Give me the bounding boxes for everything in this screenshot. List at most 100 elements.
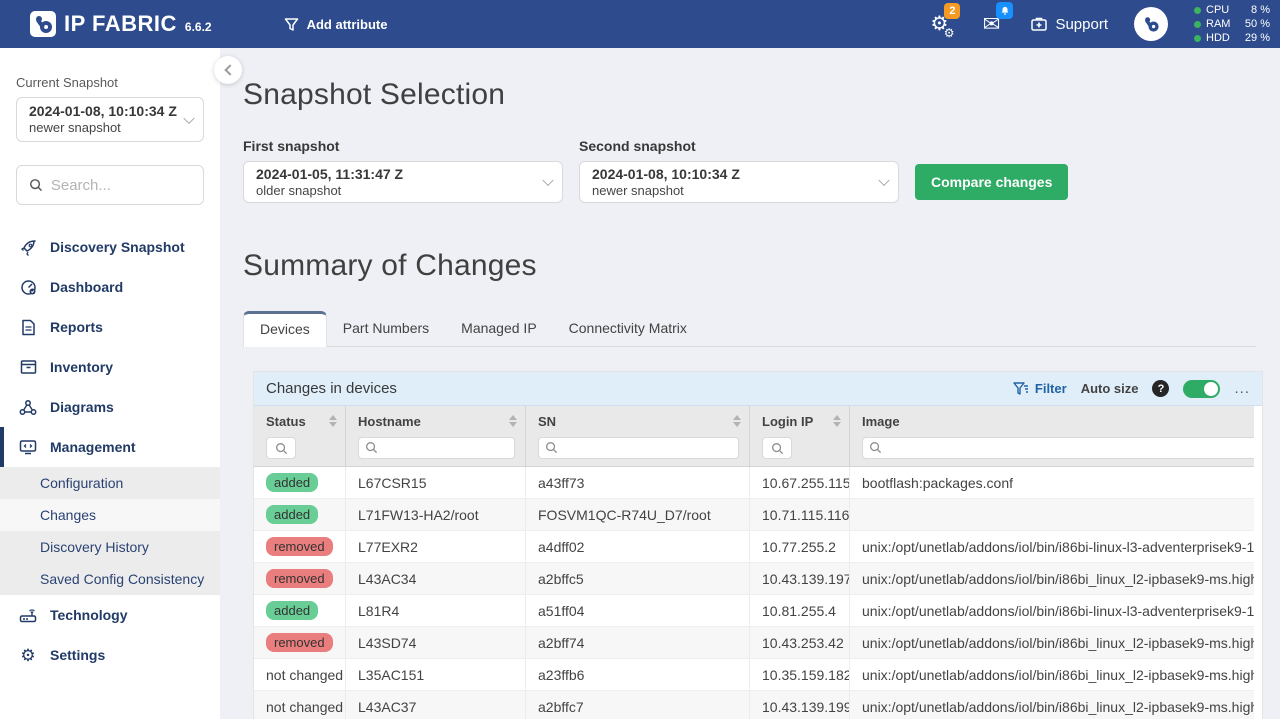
- column-header-image[interactable]: Image: [850, 406, 1263, 436]
- magnifier-icon: [275, 442, 288, 455]
- table-row[interactable]: removedL77EXR2a4dff0210.77.255.2unix:/op…: [254, 531, 1262, 563]
- cell-status: removed: [254, 627, 346, 658]
- sidebar-item-reports[interactable]: Reports: [0, 307, 220, 347]
- filter-button[interactable]: Filter: [1013, 381, 1067, 396]
- sidebar-item-discovery-snapshot[interactable]: Discovery Snapshot: [0, 227, 220, 267]
- cell-hostname: L67CSR15: [346, 467, 526, 498]
- filter-cell-sn: [526, 436, 750, 466]
- status-dot-icon: [1194, 35, 1201, 42]
- filter-input-sn[interactable]: [538, 437, 739, 459]
- status-badge: removed: [266, 569, 333, 588]
- filter-input-image[interactable]: [862, 437, 1263, 459]
- add-attribute-button[interactable]: Add attribute: [284, 17, 388, 32]
- sort-icon[interactable]: [727, 415, 741, 427]
- filter-input-hostname[interactable]: [358, 437, 515, 459]
- sidebar-item-dashboard[interactable]: Dashboard: [0, 267, 220, 307]
- messages-button[interactable]: ✉: [978, 11, 1004, 37]
- tab-part-numbers[interactable]: Part Numbers: [327, 311, 445, 346]
- auto-size-label: Auto size: [1081, 381, 1139, 396]
- column-header-status[interactable]: Status: [254, 406, 346, 436]
- rocket-icon: [18, 239, 38, 256]
- sidebar-subitem-discovery-history[interactable]: Discovery History: [0, 531, 220, 563]
- status-badge: added: [266, 601, 318, 620]
- magnifier-icon: [869, 441, 882, 454]
- sidebar-subitem-configuration[interactable]: Configuration: [0, 467, 220, 499]
- sidebar-item-inventory[interactable]: Inventory: [0, 347, 220, 387]
- sort-icon[interactable]: [827, 415, 841, 427]
- cell-hostname: L35AC151: [346, 659, 526, 690]
- cell-login-ip: 10.43.139.197: [750, 563, 850, 594]
- table-row[interactable]: addedL71FW13-HA2/rootFOSVM1QC-R74U_D7/ro…: [254, 499, 1262, 531]
- current-snapshot-select[interactable]: 2024-01-08, 10:10:34 Z newer snapshot: [16, 97, 204, 142]
- table-row[interactable]: removedL43SD74a2bff7410.43.253.42unix:/o…: [254, 627, 1262, 659]
- tab-devices[interactable]: Devices: [243, 311, 327, 347]
- settings-gears-button[interactable]: ⚙ ⚙ 2: [926, 11, 952, 37]
- table-row[interactable]: not changedL43AC37a2bffc710.43.139.199un…: [254, 691, 1262, 719]
- system-stats: CPU 8 % RAM 50 % HDD 29 %: [1194, 4, 1280, 45]
- summary-title: Summary of Changes: [243, 249, 1280, 283]
- sidebar-search[interactable]: [16, 165, 204, 205]
- sort-icon[interactable]: [503, 415, 517, 427]
- filter-cell-image: [850, 436, 1263, 466]
- more-options-button[interactable]: ...: [1234, 380, 1250, 397]
- inventory-box-icon: [18, 359, 38, 375]
- auto-size-toggle[interactable]: [1183, 380, 1220, 398]
- cell-sn: a4dff02: [526, 531, 750, 562]
- status-badge: removed: [266, 633, 333, 652]
- table-row[interactable]: addedL81R4a51ff0410.81.255.4unix:/opt/un…: [254, 595, 1262, 627]
- column-header-hostname[interactable]: Hostname: [346, 406, 526, 436]
- sidebar-item-diagrams[interactable]: Diagrams: [0, 387, 220, 427]
- cell-login-ip: 10.35.159.182: [750, 659, 850, 690]
- help-button[interactable]: ?: [1152, 380, 1169, 397]
- sidebar-item-technology[interactable]: Technology: [0, 595, 220, 635]
- second-snapshot-select[interactable]: 2024-01-08, 10:10:34 Z newer snapshot: [579, 161, 899, 203]
- funnel-icon: [284, 17, 299, 32]
- chevron-left-icon: [224, 64, 235, 75]
- monitor-code-icon: [18, 439, 38, 455]
- brand-logo[interactable]: IP FABRIC 6.6.2: [0, 11, 212, 37]
- sidebar-item-management[interactable]: Management: [0, 427, 220, 467]
- sort-icon[interactable]: [323, 415, 337, 427]
- filter-search-button-login-ip[interactable]: [762, 437, 792, 459]
- sidebar-subitem-saved-config-consistency[interactable]: Saved Config Consistency: [0, 563, 220, 595]
- column-header-sn[interactable]: SN: [526, 406, 750, 436]
- current-snapshot-label: Current Snapshot: [16, 75, 204, 90]
- tab-connectivity-matrix[interactable]: Connectivity Matrix: [553, 311, 703, 346]
- vertical-scrollbar[interactable]: [1254, 406, 1262, 719]
- filter-cell-status: [254, 436, 346, 466]
- hdd-stat: HDD 29 %: [1194, 32, 1270, 45]
- search-input[interactable]: [51, 177, 191, 194]
- cell-status: added: [254, 499, 346, 530]
- cell-login-ip: 10.43.253.42: [750, 627, 850, 658]
- sidebar-subitem-changes[interactable]: Changes: [0, 499, 220, 531]
- add-attribute-label: Add attribute: [307, 17, 388, 32]
- cell-status: not changed: [254, 691, 346, 719]
- table-row[interactable]: addedL67CSR15a43ff7310.67.255.115bootfla…: [254, 467, 1262, 499]
- user-avatar[interactable]: [1134, 7, 1168, 41]
- cell-sn: FOSVM1QC-R74U_D7/root: [526, 499, 750, 530]
- cell-image: unix:/opt/unetlab/addons/iol/bin/i86bi_l…: [850, 691, 1263, 719]
- status-dot-icon: [1194, 7, 1201, 14]
- compare-changes-button[interactable]: Compare changes: [915, 164, 1068, 200]
- summary-tabs: DevicesPart NumbersManaged IPConnectivit…: [243, 311, 1256, 347]
- cell-hostname: L77EXR2: [346, 531, 526, 562]
- tab-managed-ip[interactable]: Managed IP: [445, 311, 553, 346]
- first-snapshot-select[interactable]: 2024-01-05, 11:31:47 Z older snapshot: [243, 161, 563, 203]
- support-button[interactable]: Support: [1030, 15, 1108, 33]
- cell-sn: a2bffc5: [526, 563, 750, 594]
- sidebar-item-settings[interactable]: ⚙Settings: [0, 635, 220, 675]
- cell-hostname: L81R4: [346, 595, 526, 626]
- sidebar-item-label: Reports: [50, 319, 103, 335]
- cell-login-ip: 10.67.255.115: [750, 467, 850, 498]
- first-snapshot-label: First snapshot: [243, 138, 563, 154]
- table-row[interactable]: removedL43AC34a2bffc510.43.139.197unix:/…: [254, 563, 1262, 595]
- magnifier-icon: [365, 441, 378, 454]
- filter-search-button-status[interactable]: [266, 437, 296, 459]
- table-row[interactable]: not changedL35AC151a23ffb610.35.159.182u…: [254, 659, 1262, 691]
- sidebar-collapse-button[interactable]: [214, 56, 242, 84]
- status-badge: removed: [266, 537, 333, 556]
- cell-sn: a43ff73: [526, 467, 750, 498]
- page-title: Snapshot Selection: [243, 78, 1280, 112]
- sidebar-item-label: Dashboard: [50, 279, 123, 295]
- column-header-login-ip[interactable]: Login IP: [750, 406, 850, 436]
